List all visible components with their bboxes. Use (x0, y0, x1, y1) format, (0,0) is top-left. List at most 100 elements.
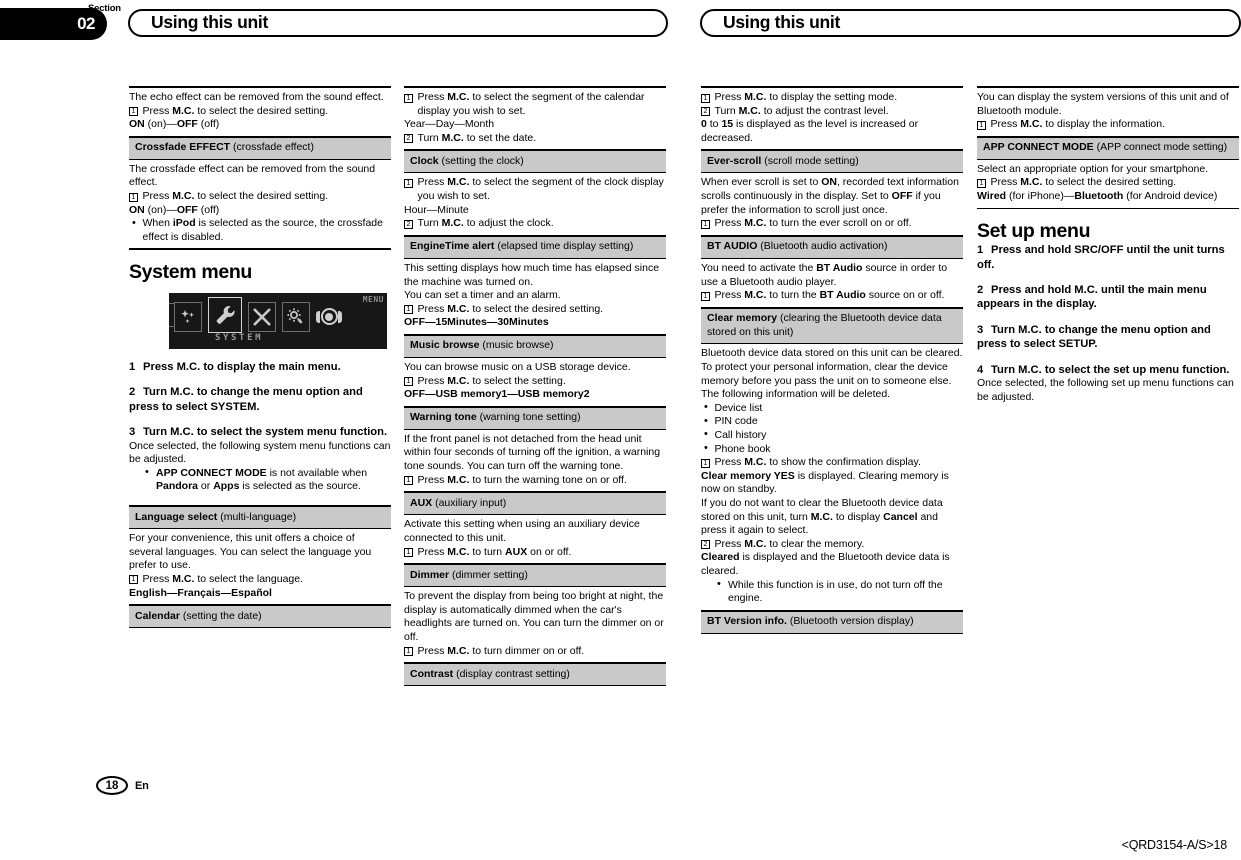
step-number-icon: 1 (404, 377, 413, 387)
bt-audio-block: You need to activate the BT Audio source… (701, 259, 963, 307)
display-menu-label: MENU (362, 295, 384, 305)
dimmer-text: To prevent the display from being too br… (404, 590, 664, 643)
step-number-icon: 1 (404, 178, 413, 188)
music-browse-block: You can browse music on a USB storage de… (404, 358, 666, 406)
list-item: When iPod is selected as the source, the… (129, 217, 391, 244)
echo-effect-block: The echo effect can be removed from the … (129, 88, 391, 136)
display-selected-label: SYSTEM (215, 333, 264, 344)
list-item: Call history (701, 428, 963, 443)
bt-version-step-1: 1 Press M.C. to display the information. (977, 118, 1239, 132)
language-text: For your convenience, this unit offers a… (129, 532, 372, 572)
aux-step-1: 1 Press M.C. to turn AUX on or off. (404, 546, 666, 560)
aux-block: Activate this setting when using an auxi… (404, 515, 666, 563)
step-number-icon: 1 (404, 93, 413, 103)
warning-tone-heading: Warning tone (warning tone setting) (404, 405, 666, 430)
language-options: English—Français—Español (129, 586, 272, 599)
column-4: You can display the system versions of t… (977, 86, 1239, 404)
echo-step-1: 1 Press M.C. to select the desired setti… (129, 105, 391, 119)
dimmer-step-1-text: Press M.C. to turn dimmer on or off. (417, 644, 585, 657)
step-number-icon: 2 (404, 219, 413, 229)
setup-step-3: 3 Turn M.C. to change the menu option and… (977, 323, 1211, 351)
setup-step-4-text: Turn M.C. to select the set up menu func… (991, 363, 1230, 376)
step-number-icon: 1 (404, 647, 413, 657)
engine-step-1-text: Press M.C. to select the desired setting… (417, 302, 604, 315)
app-connect-options: Wired (for iPhone)—Bluetooth (for Androi… (977, 190, 1218, 203)
list-item: Device list (701, 401, 963, 416)
engine-text-1: This setting displays how much time has … (404, 261, 660, 288)
echo-step-1-text: Press M.C. to select the desired setting… (142, 104, 329, 117)
setup-step-1-text: Press and hold SRC/OFF until the unit tu… (977, 244, 1225, 271)
bt-version-step-1-text: Press M.C. to display the information. (990, 118, 1166, 131)
contrast-step-1-text: Press M.C. to display the setting mode. (714, 91, 898, 103)
clear-memory-heading: Clear memory (clearing the Bluetooth dev… (701, 306, 963, 345)
bt-audio-text: You need to activate the BT Audio source… (701, 261, 948, 288)
setup-step-4-body: Once selected, the following set up menu… (977, 377, 1234, 403)
setup-step-4: 4 Turn M.C. to select the set up menu fun… (977, 363, 1230, 376)
echo-options: ON (on)—OFF (off) (129, 118, 220, 131)
page-title-left: Using this unit (128, 9, 668, 37)
setup-step-2-text: Press and hold M.C. until the main menu … (977, 284, 1207, 311)
aux-heading: AUX (auxiliary input) (404, 491, 666, 516)
warning-step-1: 1 Press M.C. to turn the warning tone on… (404, 474, 666, 488)
contrast-level-text: 0 to 15 is displayed as the level is inc… (701, 118, 919, 144)
contrast-block: 1 Press M.C. to display the setting mode… (701, 88, 963, 149)
system-step-1: 1 Press M.C. to display the main menu. (129, 361, 341, 374)
app-connect-mode-heading: APP CONNECT MODE (APP connect mode setti… (977, 135, 1239, 160)
music-step-1-text: Press M.C. to select the setting. (417, 374, 566, 387)
calendar-step-2: 2 Turn M.C. to set the date. (404, 132, 666, 146)
app-connect-text: Select an appropriate option for your sm… (977, 162, 1209, 175)
clock-step-2: 2 Turn M.C. to adjust the clock. (404, 217, 666, 231)
system-step-3-text: Turn M.C. to select the system menu func… (143, 426, 388, 439)
section-tab: Section 02 (0, 3, 121, 40)
step-number-icon: 2 (701, 540, 710, 550)
contrast-heading: Contrast (display contrast setting) (404, 662, 666, 687)
step-number-icon: 2 (701, 107, 710, 117)
engine-text-2: You can set a timer and an alarm. (404, 289, 561, 302)
step-number-icon: 1 (129, 192, 138, 202)
crossfade-effect-block: The crossfade effect can be removed from… (129, 160, 391, 249)
setup-step-1: 1 Press and hold SRC/OFF until the unit t… (977, 244, 1225, 271)
music-browse-heading: Music browse (music browse) (404, 333, 666, 358)
step-number-icon: 1 (977, 178, 986, 188)
list-item: APP CONNECT MODE is not available when P… (129, 466, 391, 494)
bt-version-info-heading: BT Version info. (Bluetooth version disp… (701, 609, 963, 634)
dimmer-block: To prevent the display from being too br… (404, 587, 666, 662)
ever-scroll-text: When ever scroll is set to ON, recorded … (701, 176, 959, 216)
step-number-icon: 1 (701, 219, 710, 229)
step-number-icon: 1 (129, 575, 138, 585)
column-2: 1 Press M.C. to select the segment of th… (404, 86, 666, 687)
bt-audio-heading: BT AUDIO (Bluetooth audio activation) (701, 234, 963, 259)
ever-scroll-step-1: 1 Press M.C. to turn the ever scroll on … (701, 217, 963, 231)
system-step-1-text: Press M.C. to display the main menu. (143, 361, 341, 374)
system-menu-display-graphic: SYSTEM MENU (169, 293, 387, 350)
clock-step-2-text: Turn M.C. to adjust the clock. (417, 217, 554, 230)
app-connect-step-1: 1 Press M.C. to select the desired setti… (977, 176, 1239, 190)
section-number: 02 (77, 14, 95, 33)
crossfade-step-1: 1 Press M.C. to select the desired setti… (129, 190, 391, 204)
music-text: You can browse music on a USB storage de… (404, 361, 631, 373)
step-number-icon: 1 (977, 120, 986, 130)
step-number-icon: 1 (129, 107, 138, 117)
enginetime-alert-block: This setting displays how much time has … (404, 259, 666, 334)
engine-options: OFF—15Minutes—30Minutes (404, 316, 549, 329)
step-number-icon: 1 (701, 93, 710, 103)
bt-audio-step-1-text: Press M.C. to turn the BT Audio source o… (714, 289, 945, 302)
app-connect-step-1-text: Press M.C. to select the desired setting… (990, 176, 1177, 189)
system-step-2: 2 Turn M.C. to change the menu option and… (129, 386, 363, 413)
wrench-icon-selected (208, 297, 242, 334)
language-code: En (135, 780, 149, 792)
sparkle-icon (174, 301, 202, 332)
list-item: While this function is in use, do not tu… (701, 578, 963, 606)
step-number-icon: 1 (404, 305, 413, 315)
display-icon-row (174, 297, 342, 334)
calendar-step-1: 1 Press M.C. to select the segment of th… (404, 91, 666, 118)
engine-step-1: 1 Press M.C. to select the desired setti… (404, 303, 666, 317)
ever-scroll-heading: Ever-scroll (scroll mode setting) (701, 149, 963, 174)
page-title-right: Using this unit (700, 9, 1241, 37)
clear-memory-step-2: 2 Press M.C. to clear the memory. (701, 538, 963, 552)
system-menu-heading: System menu (129, 261, 252, 284)
clear-memory-items: Device list PIN code Call history Phone … (701, 401, 963, 456)
language-select-block: For your convenience, this unit offers a… (129, 529, 391, 604)
page-title-left-text: Using this unit (151, 12, 269, 32)
contrast-step-1: 1 Press M.C. to display the setting mode… (701, 91, 963, 105)
